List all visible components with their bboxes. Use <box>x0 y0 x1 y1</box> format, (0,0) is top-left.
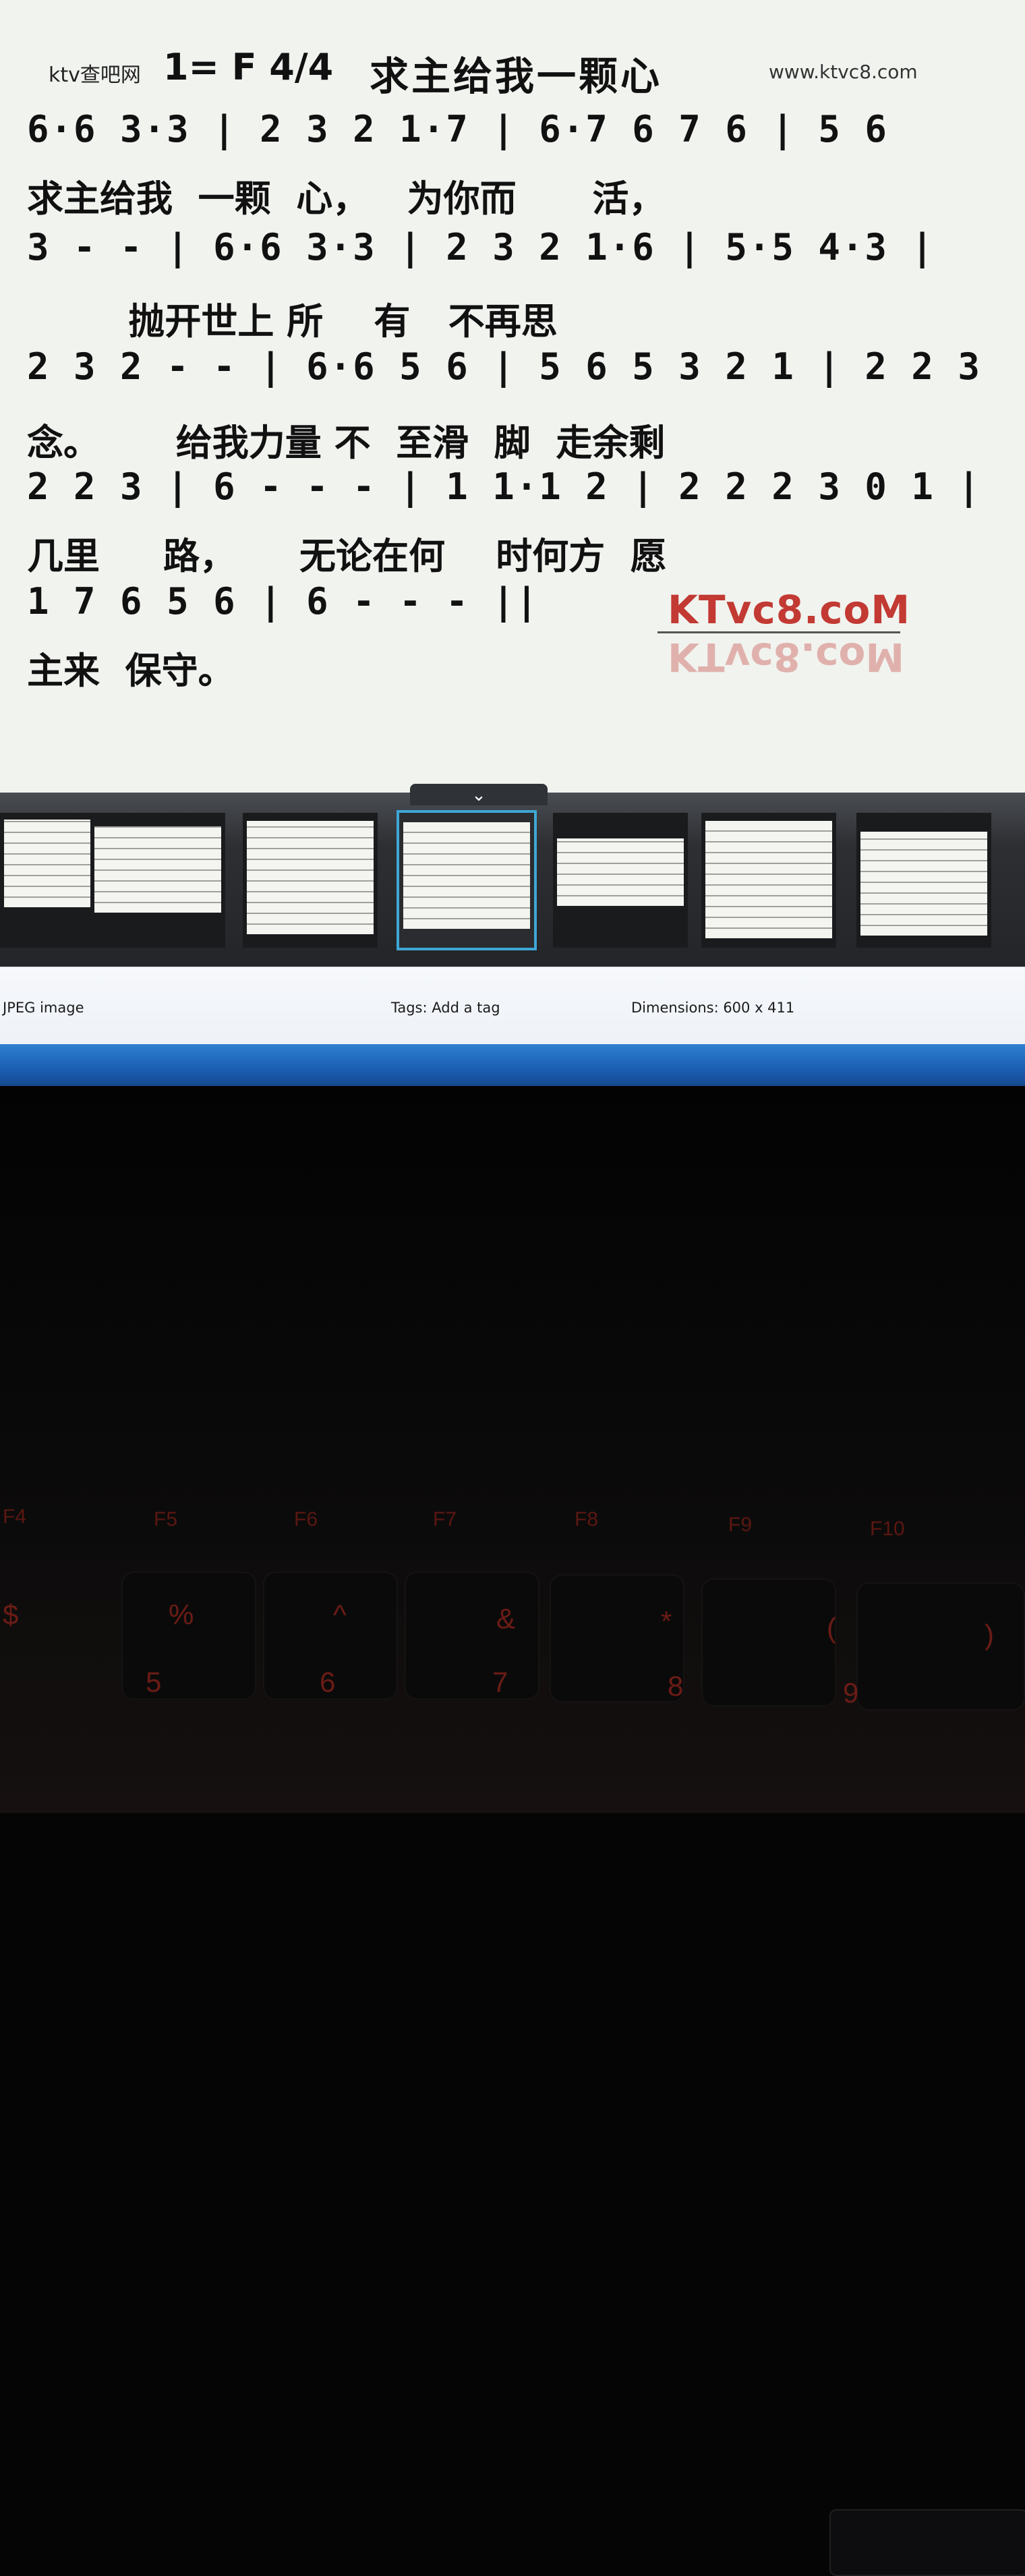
key-9 <box>701 1578 836 1707</box>
site-name: ktv查吧网 <box>49 63 141 87</box>
file-type-label: JPEG image <box>3 1000 84 1016</box>
notation-row: 3 - - | 6·6 3·3 | 2 3 2 1·6 | 5·5 4·3 | <box>27 226 935 268</box>
thumbnail[interactable] <box>90 813 225 948</box>
key-symbol-caret: ^ <box>333 1599 347 1630</box>
key-digit-8: 8 <box>668 1670 684 1702</box>
thumbnail-selected[interactable] <box>397 810 537 950</box>
thumbnail[interactable] <box>701 813 836 948</box>
key-5 <box>121 1572 256 1700</box>
key-symbol-close-paren: ) <box>985 1619 994 1651</box>
notation-row: 2 3 2 - - | 6·6 5 6 | 5 6 5 3 2 1 | 2 2 … <box>27 345 981 388</box>
thumbnail[interactable] <box>243 813 378 948</box>
watermark-reflection: KTvc8.coM <box>668 634 905 680</box>
thumbnail[interactable] <box>856 813 991 948</box>
key-time-signature: 1= F 4/4 <box>163 46 334 88</box>
key-symbol-open-paren: ( <box>827 1612 836 1644</box>
collapse-filmstrip-button[interactable]: ⌄ <box>410 784 548 805</box>
touchpad-buttons <box>829 2509 1025 2576</box>
key-symbol-asterisk: * <box>661 1605 672 1637</box>
key-symbol-dollar: $ <box>3 1599 19 1630</box>
key-f6: F6 <box>294 1508 318 1530</box>
status-bar: JPEG image Tags: Add a tag Dimensions: 6… <box>0 967 1025 1045</box>
watermark-logo: KTvc8.coM <box>668 587 911 633</box>
lyrics-row: 念。 给我力量 不 至滑 脚 走余剩 <box>27 422 666 464</box>
laptop-keyboard: F4 F5 F6 F7 F8 F9 F10 $ % ^ & * ( ) 5 6 … <box>0 1086 1025 2576</box>
song-title: 求主给我一颗心 <box>370 53 663 99</box>
key-f7: F7 <box>433 1508 457 1530</box>
key-0 <box>856 1582 1025 1711</box>
lyrics-row: 几里 路， 无论在何 时何方 愿 <box>27 535 667 577</box>
lyrics-row: 主来 保守。 <box>27 650 235 692</box>
site-url: www.ktvc8.com <box>769 61 918 83</box>
taskbar <box>0 1044 1025 1086</box>
notation-row: 6·6 3·3 | 2 3 2 1·7 | 6·7 6 7 6 | 5 6 <box>27 108 888 150</box>
key-7 <box>405 1572 539 1700</box>
key-symbol-ampersand: & <box>496 1603 516 1634</box>
thumbnail-strip <box>0 810 1025 954</box>
image-viewer-canvas: ktv查吧网 1= F 4/4 求主给我一颗心 www.ktvc8.com 6·… <box>0 0 1025 793</box>
lyrics-row: 抛开世上 所 有 不再思 <box>27 300 558 343</box>
key-f5: F5 <box>154 1508 178 1530</box>
key-f8: F8 <box>575 1508 599 1530</box>
chevron-down-icon: ⌄ <box>471 785 486 805</box>
key-symbol-percent: % <box>169 1599 194 1630</box>
notation-row: 1 7 6 5 6 | 6 - - - || <box>27 580 539 623</box>
key-digit-7: 7 <box>492 1666 508 1698</box>
thumbnail[interactable] <box>553 813 688 948</box>
tags-field[interactable]: Tags: Add a tag <box>391 1000 500 1016</box>
lyrics-row: 求主给我 一颗 心， 为你而 活， <box>27 177 666 220</box>
notation-row: 2 2 3 | 6 - - - | 1 1·1 2 | 2 2 2 3 0 1 … <box>27 465 981 508</box>
key-8 <box>550 1574 684 1702</box>
key-f4: F4 <box>3 1506 27 1528</box>
dimensions-label: Dimensions: 600 x 411 <box>631 1000 795 1016</box>
key-digit-6: 6 <box>320 1666 336 1698</box>
laptop-screen: ktv查吧网 1= F 4/4 求主给我一颗心 www.ktvc8.com 6·… <box>0 0 1025 1086</box>
watermark-divider <box>657 631 900 633</box>
key-digit-5: 5 <box>146 1666 162 1698</box>
key-f10: F10 <box>870 1518 905 1540</box>
key-digit-9: 9 <box>843 1677 859 1709</box>
key-f9: F9 <box>728 1514 753 1536</box>
